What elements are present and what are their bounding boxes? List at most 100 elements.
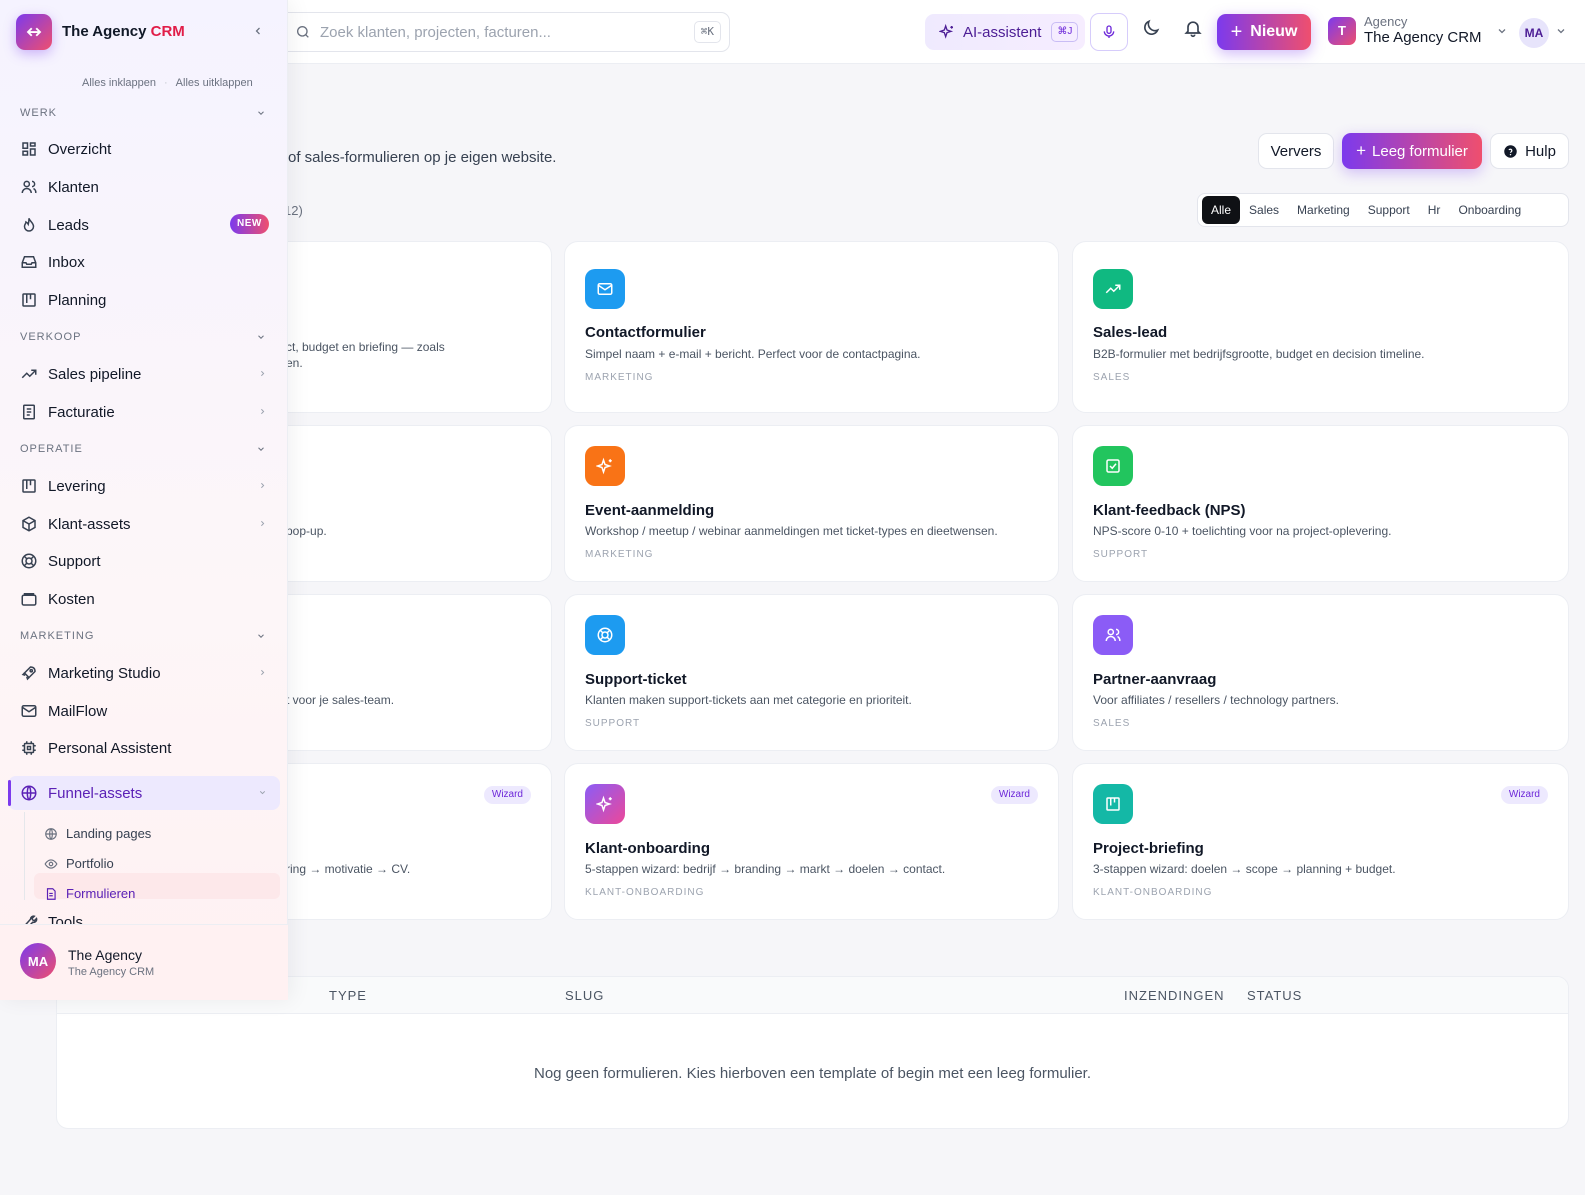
refresh-button[interactable]: Ververs [1258,133,1334,169]
template-card-sales-lead[interactable]: Sales-lead B2B-formulier met bedrijfsgro… [1072,241,1569,413]
brand-name: The Agency CRM [62,23,185,40]
mail-icon [20,702,38,720]
card-description: t voor je sales-team. [286,693,395,707]
filter-hr[interactable]: Hr [1419,196,1450,224]
sidebar-subitem-landing-pages[interactable]: Landing pages [44,826,151,841]
section-label-verkoop[interactable]: VERKOOP [20,331,81,343]
search-shortcut: ⌘K [693,21,721,43]
sidebar-item-levering[interactable]: Levering [20,474,106,498]
column-header-slug[interactable]: SLUG [565,988,604,1003]
check-square-icon [1093,446,1133,486]
template-card-klant-feedback[interactable]: Klant-feedback (NPS) NPS-score 0-10 + to… [1072,425,1569,582]
collapse-all-link[interactable]: Alles inklappen [82,77,156,89]
sparkles-icon [585,784,625,824]
ai-assistant-label: AI-assistent [963,23,1042,41]
column-header-inzendingen[interactable]: INZENDINGEN [1124,988,1225,1003]
card-category: SUPPORT [1093,549,1149,560]
sidebar-item-inbox[interactable]: Inbox [20,250,85,274]
trending-up-icon [20,365,38,383]
template-card-klant-onboarding[interactable]: Wizard Klant-onboarding 5-stappen wizard… [564,763,1059,920]
filter-sales[interactable]: Sales [1240,196,1288,224]
filter-marketing[interactable]: Marketing [1288,196,1359,224]
sidebar-item-facturatie[interactable]: Facturatie [20,400,115,424]
app-logo[interactable] [16,14,52,50]
help-circle-icon [1503,144,1518,159]
active-item-indicator [8,780,11,806]
template-card-partner-aanvraag[interactable]: Partner-aanvraag Voor affiliates / resel… [1072,594,1569,751]
filter-support[interactable]: Support [1359,196,1419,224]
template-card-contactformulier[interactable]: Contactformulier Simpel naam + e-mail + … [564,241,1059,413]
help-label: Hulp [1525,142,1556,160]
section-label-marketing[interactable]: MARKETING [20,630,94,642]
chevron-right-icon[interactable] [258,481,267,490]
sidebar-subitem-label: Landing pages [66,826,152,841]
sidebar-item-klant-assets[interactable]: Klant-assets [20,512,131,536]
lifebuoy-icon [20,552,38,570]
chevron-down-icon[interactable] [256,444,266,454]
grid-icon [20,140,38,158]
sidebar-item-personal-assistent[interactable]: Personal Assistent [20,736,171,760]
chevron-right-icon[interactable] [258,668,267,677]
template-card-event-aanmelding[interactable]: Event-aanmelding Workshop / meetup / web… [564,425,1059,582]
card-category: KLANT-ONBOARDING [1093,887,1213,898]
avatar: MA [20,943,56,979]
section-label-werk[interactable]: WERK [20,107,57,119]
new-button[interactable]: + Nieuw [1217,14,1311,50]
card-category: SALES [1093,372,1131,383]
sidebar-item-label: Inbox [48,253,85,271]
chevron-right-icon[interactable] [258,407,267,416]
sparkles-icon [939,24,955,40]
sidebar-item-marketing-studio[interactable]: Marketing Studio [20,661,161,685]
notifications-button[interactable] [1183,18,1203,38]
column-header-status[interactable]: STATUS [1247,988,1302,1003]
sidebar-item-klanten[interactable]: Klanten [20,175,99,199]
cpu-icon [20,739,38,757]
ai-assistant-button[interactable]: AI-assistent ⌘J [925,14,1085,50]
agency-switcher[interactable]: T Agency The Agency CRM [1328,14,1508,47]
sidebar-item-label: Facturatie [48,403,115,421]
user-profile[interactable]: MA The Agency The Agency CRM [0,924,288,1000]
sidebar-item-mailflow[interactable]: MailFlow [20,699,107,723]
sidebar-item-funnel-assets[interactable]: Funnel-assets [20,781,142,805]
chevron-right-icon[interactable] [258,519,267,528]
template-card-support-ticket[interactable]: Support-ticket Klanten maken support-tic… [564,594,1059,751]
sidebar: The Agency CRM Alles inklappen · Alles u… [0,0,288,1000]
chevron-down-icon[interactable] [258,788,267,797]
expand-all-link[interactable]: Alles uitklappen [176,77,253,89]
section-label-operatie[interactable]: OPERATIE [20,443,83,455]
chevron-left-icon[interactable] [252,25,264,37]
section-toggle-links: Alles inklappen · Alles uitklappen [82,77,253,89]
sidebar-subitem-formulieren[interactable]: Formulieren [44,886,135,901]
user-avatar[interactable]: MA [1519,18,1549,48]
column-header-type[interactable]: TYPE [329,988,367,1003]
sidebar-item-support[interactable]: Support [20,549,101,573]
filter-onboarding[interactable]: Onboarding [1449,196,1530,224]
sidebar-item-tools[interactable]: Tools [20,914,83,924]
sidebar-item-sales-pipeline[interactable]: Sales pipeline [20,362,141,386]
box-icon [20,515,38,533]
template-card-project-briefing[interactable]: Wizard Project-briefing 3-stappen wizard… [1072,763,1569,920]
microphone-button[interactable] [1090,13,1128,51]
chevron-down-icon[interactable] [256,332,266,342]
sidebar-item-label: Funnel-assets [48,784,143,802]
dark-mode-toggle[interactable] [1141,18,1161,38]
empty-form-button[interactable]: + Leeg formulier [1342,133,1482,169]
sidebar-item-planning[interactable]: Planning [20,288,106,312]
chevron-right-icon[interactable] [258,369,267,378]
help-button[interactable]: Hulp [1490,133,1569,169]
card-title: Partner-aanvraag [1093,671,1217,688]
sidebar-item-kosten[interactable]: Kosten [20,587,95,611]
filter-all[interactable]: Alle [1202,196,1241,224]
sidebar-item-overzicht[interactable]: Overzicht [20,137,111,161]
chevron-down-icon[interactable] [256,108,266,118]
mail-icon [585,269,625,309]
chevron-down-icon[interactable] [256,631,266,641]
sidebar-item-leads[interactable]: Leads [20,213,89,237]
card-description: 5-stappen wizard: bedrijf → branding → m… [585,862,946,876]
sidebar-subitem-portfolio[interactable]: Portfolio [44,856,114,871]
card-description: Voor affiliates / resellers / technology… [1093,693,1339,707]
search-input[interactable]: Zoek klanten, projecten, facturen... ⌘K [278,12,730,52]
card-title: Klant-feedback (NPS) [1093,502,1246,519]
chevron-down-icon[interactable] [1555,25,1567,37]
kanban-icon [1093,784,1133,824]
